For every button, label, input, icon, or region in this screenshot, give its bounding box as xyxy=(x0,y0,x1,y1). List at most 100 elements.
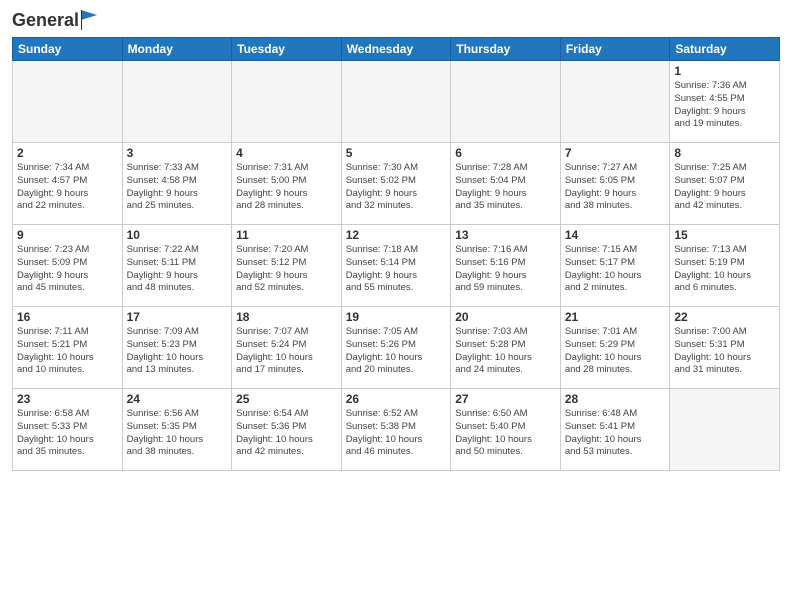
day-info: Sunrise: 7:20 AM Sunset: 5:12 PM Dayligh… xyxy=(236,244,337,295)
calendar-cell: 5 Sunrise: 7:30 AM Sunset: 5:02 PM Daylig… xyxy=(341,143,451,225)
calendar-cell: 27 Sunrise: 6:50 AM Sunset: 5:40 PM Dayli… xyxy=(451,389,561,471)
page-container: General SundayMondayTuesdayWednesdayThur… xyxy=(0,0,792,481)
calendar-cell xyxy=(122,61,232,143)
calendar-cell: 14 Sunrise: 7:15 AM Sunset: 5:17 PM Dayli… xyxy=(560,225,670,307)
weekday-header-sunday: Sunday xyxy=(13,38,123,61)
calendar-cell: 18Sunrise: 7:07 AM Sunset: 5:24 PM Dayli… xyxy=(232,307,342,389)
day-number: 13 xyxy=(455,228,556,242)
day-number: 19 xyxy=(346,310,447,324)
day-info: Sunrise: 7:03 AM Sunset: 5:28 PM Dayligh… xyxy=(455,326,556,377)
day-info: Sunrise: 7:31 AM Sunset: 5:00 PM Dayligh… xyxy=(236,162,337,213)
day-info: Sunrise: 7:09 AM Sunset: 5:23 PM Dayligh… xyxy=(127,326,228,377)
weekday-header-tuesday: Tuesday xyxy=(232,38,342,61)
day-info: Sunrise: 7:16 AM Sunset: 5:16 PM Dayligh… xyxy=(455,244,556,295)
weekday-header-friday: Friday xyxy=(560,38,670,61)
day-number: 5 xyxy=(346,146,447,160)
day-info: Sunrise: 7:13 AM Sunset: 5:19 PM Dayligh… xyxy=(674,244,775,295)
header: General xyxy=(12,10,780,29)
calendar-cell: 16 Sunrise: 7:11 AM Sunset: 5:21 PM Dayli… xyxy=(13,307,123,389)
calendar-cell xyxy=(670,389,780,471)
week-row-2: 2 Sunrise: 7:34 AM Sunset: 4:57 PM Daylig… xyxy=(13,143,780,225)
calendar-cell: 9Sunrise: 7:23 AM Sunset: 5:09 PM Daylig… xyxy=(13,225,123,307)
weekday-header-row: SundayMondayTuesdayWednesdayThursdayFrid… xyxy=(13,38,780,61)
day-number: 7 xyxy=(565,146,666,160)
calendar-cell: 15 Sunrise: 7:13 AM Sunset: 5:19 PM Dayli… xyxy=(670,225,780,307)
calendar-cell xyxy=(232,61,342,143)
calendar-table: SundayMondayTuesdayWednesdayThursdayFrid… xyxy=(12,37,780,471)
day-info: Sunrise: 7:25 AM Sunset: 5:07 PM Dayligh… xyxy=(674,162,775,213)
day-info: Sunrise: 6:56 AM Sunset: 5:35 PM Dayligh… xyxy=(127,408,228,459)
day-info: Sunrise: 6:48 AM Sunset: 5:41 PM Dayligh… xyxy=(565,408,666,459)
calendar-cell: 19 Sunrise: 7:05 AM Sunset: 5:26 PM Dayli… xyxy=(341,307,451,389)
day-number: 16 xyxy=(17,310,118,324)
day-number: 27 xyxy=(455,392,556,406)
day-number: 20 xyxy=(455,310,556,324)
weekday-header-monday: Monday xyxy=(122,38,232,61)
calendar-cell: 17Sunrise: 7:09 AM Sunset: 5:23 PM Dayli… xyxy=(122,307,232,389)
calendar-cell: 26 Sunrise: 6:52 AM Sunset: 5:38 PM Dayli… xyxy=(341,389,451,471)
day-info: Sunrise: 6:54 AM Sunset: 5:36 PM Dayligh… xyxy=(236,408,337,459)
calendar-cell xyxy=(451,61,561,143)
day-number: 18 xyxy=(236,310,337,324)
calendar-cell: 24 Sunrise: 6:56 AM Sunset: 5:35 PM Dayli… xyxy=(122,389,232,471)
week-row-4: 16 Sunrise: 7:11 AM Sunset: 5:21 PM Dayli… xyxy=(13,307,780,389)
calendar-cell: 7 Sunrise: 7:27 AM Sunset: 5:05 PM Daylig… xyxy=(560,143,670,225)
calendar-cell: 8 Sunrise: 7:25 AM Sunset: 5:07 PM Daylig… xyxy=(670,143,780,225)
day-number: 25 xyxy=(236,392,337,406)
day-number: 21 xyxy=(565,310,666,324)
day-number: 23 xyxy=(17,392,118,406)
day-info: Sunrise: 7:18 AM Sunset: 5:14 PM Dayligh… xyxy=(346,244,447,295)
weekday-header-wednesday: Wednesday xyxy=(341,38,451,61)
day-number: 9 xyxy=(17,228,118,242)
week-row-5: 23 Sunrise: 6:58 AM Sunset: 5:33 PM Dayli… xyxy=(13,389,780,471)
day-number: 12 xyxy=(346,228,447,242)
day-info: Sunrise: 7:30 AM Sunset: 5:02 PM Dayligh… xyxy=(346,162,447,213)
day-number: 28 xyxy=(565,392,666,406)
day-number: 8 xyxy=(674,146,775,160)
calendar-cell: 21 Sunrise: 7:01 AM Sunset: 5:29 PM Dayli… xyxy=(560,307,670,389)
calendar-cell: 23 Sunrise: 6:58 AM Sunset: 5:33 PM Dayli… xyxy=(13,389,123,471)
calendar-cell xyxy=(13,61,123,143)
day-number: 26 xyxy=(346,392,447,406)
week-row-1: 1 Sunrise: 7:36 AM Sunset: 4:55 PM Daylig… xyxy=(13,61,780,143)
calendar-cell: 12 Sunrise: 7:18 AM Sunset: 5:14 PM Dayli… xyxy=(341,225,451,307)
day-number: 24 xyxy=(127,392,228,406)
day-info: Sunrise: 6:58 AM Sunset: 5:33 PM Dayligh… xyxy=(17,408,118,459)
calendar-cell: 4Sunrise: 7:31 AM Sunset: 5:00 PM Daylig… xyxy=(232,143,342,225)
calendar-cell: 6 Sunrise: 7:28 AM Sunset: 5:04 PM Daylig… xyxy=(451,143,561,225)
day-info: Sunrise: 7:33 AM Sunset: 4:58 PM Dayligh… xyxy=(127,162,228,213)
day-info: Sunrise: 7:28 AM Sunset: 5:04 PM Dayligh… xyxy=(455,162,556,213)
day-info: Sunrise: 6:50 AM Sunset: 5:40 PM Dayligh… xyxy=(455,408,556,459)
calendar-cell xyxy=(341,61,451,143)
logo-flag-icon xyxy=(81,10,97,30)
day-info: Sunrise: 7:01 AM Sunset: 5:29 PM Dayligh… xyxy=(565,326,666,377)
day-number: 2 xyxy=(17,146,118,160)
day-info: Sunrise: 7:27 AM Sunset: 5:05 PM Dayligh… xyxy=(565,162,666,213)
calendar-cell xyxy=(560,61,670,143)
logo: General xyxy=(12,10,97,29)
calendar-cell: 20 Sunrise: 7:03 AM Sunset: 5:28 PM Dayli… xyxy=(451,307,561,389)
calendar-cell: 22Sunrise: 7:00 AM Sunset: 5:31 PM Dayli… xyxy=(670,307,780,389)
day-info: Sunrise: 7:05 AM Sunset: 5:26 PM Dayligh… xyxy=(346,326,447,377)
day-info: Sunrise: 7:15 AM Sunset: 5:17 PM Dayligh… xyxy=(565,244,666,295)
day-number: 11 xyxy=(236,228,337,242)
day-number: 15 xyxy=(674,228,775,242)
day-number: 14 xyxy=(565,228,666,242)
day-info: Sunrise: 7:11 AM Sunset: 5:21 PM Dayligh… xyxy=(17,326,118,377)
calendar-cell: 1 Sunrise: 7:36 AM Sunset: 4:55 PM Daylig… xyxy=(670,61,780,143)
calendar-cell: 3 Sunrise: 7:33 AM Sunset: 4:58 PM Daylig… xyxy=(122,143,232,225)
day-info: Sunrise: 7:36 AM Sunset: 4:55 PM Dayligh… xyxy=(674,80,775,131)
calendar-cell: 11 Sunrise: 7:20 AM Sunset: 5:12 PM Dayli… xyxy=(232,225,342,307)
day-number: 3 xyxy=(127,146,228,160)
day-number: 22 xyxy=(674,310,775,324)
day-info: Sunrise: 6:52 AM Sunset: 5:38 PM Dayligh… xyxy=(346,408,447,459)
week-row-3: 9Sunrise: 7:23 AM Sunset: 5:09 PM Daylig… xyxy=(13,225,780,307)
weekday-header-saturday: Saturday xyxy=(670,38,780,61)
day-info: Sunrise: 7:34 AM Sunset: 4:57 PM Dayligh… xyxy=(17,162,118,213)
day-number: 1 xyxy=(674,64,775,78)
day-number: 6 xyxy=(455,146,556,160)
weekday-header-thursday: Thursday xyxy=(451,38,561,61)
day-number: 10 xyxy=(127,228,228,242)
calendar-cell: 25 Sunrise: 6:54 AM Sunset: 5:36 PM Dayli… xyxy=(232,389,342,471)
calendar-cell: 10Sunrise: 7:22 AM Sunset: 5:11 PM Dayli… xyxy=(122,225,232,307)
